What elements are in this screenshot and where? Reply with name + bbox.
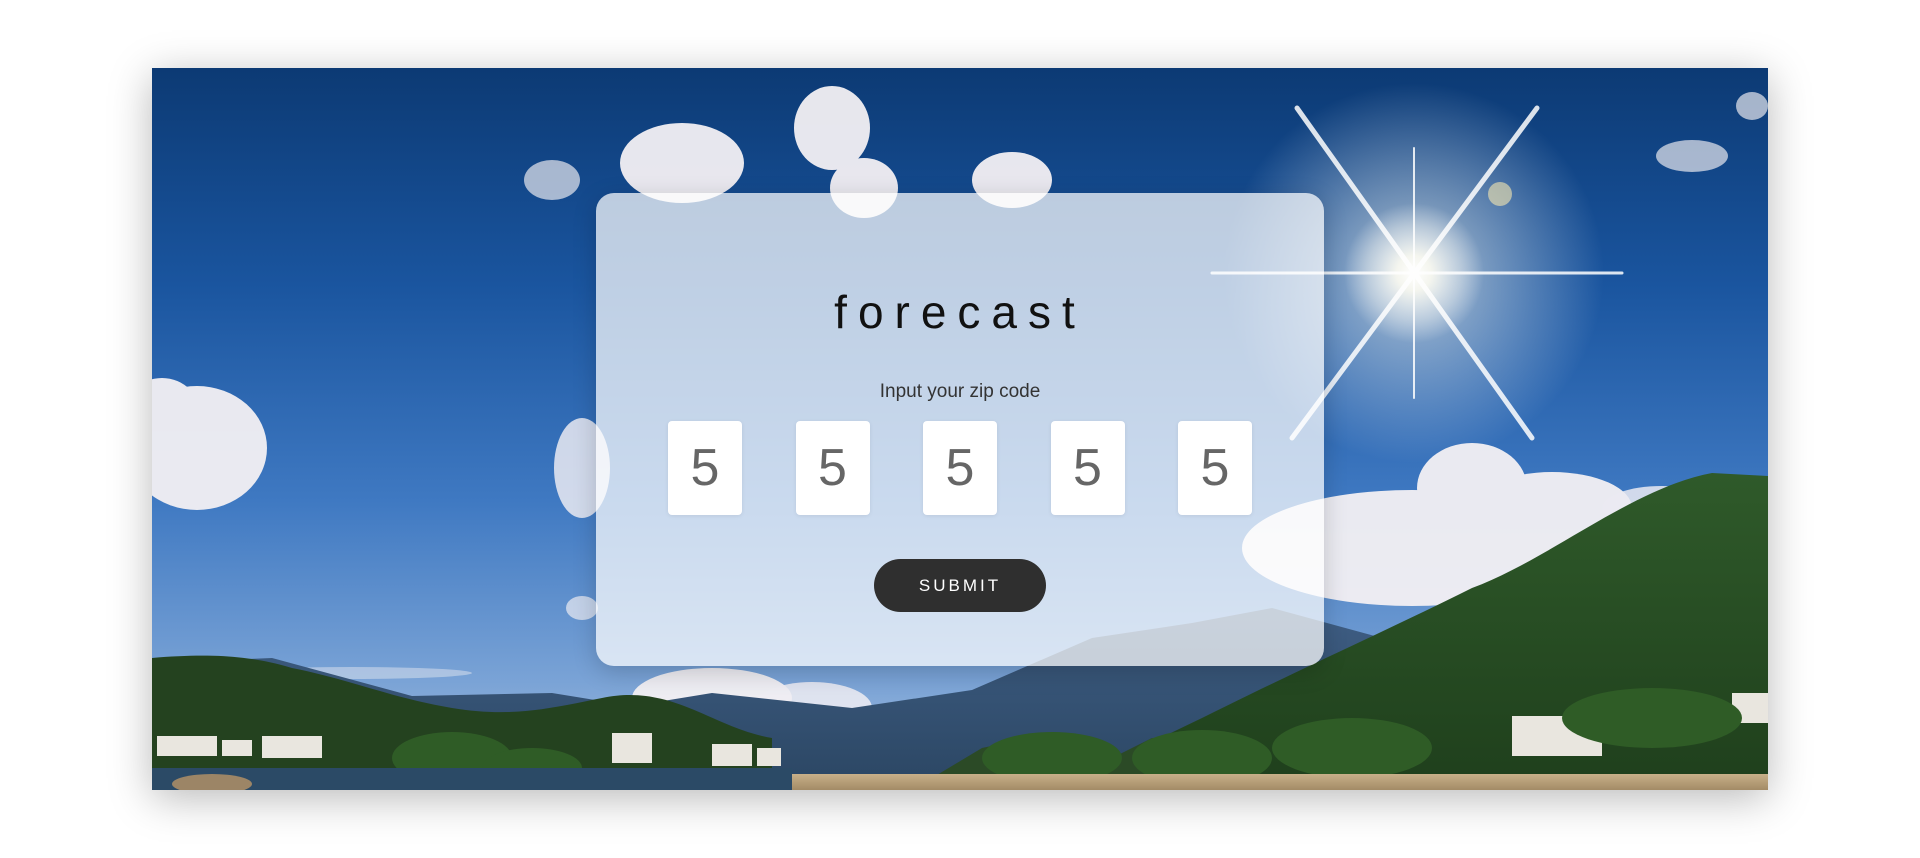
zip-prompt: Input your zip code [879, 381, 1041, 402]
zip-digit-1[interactable] [668, 421, 742, 515]
zip-digit-5[interactable] [1178, 421, 1252, 515]
zip-code-inputs [668, 421, 1252, 515]
app-frame: forecast Input your zip code SUBMIT [152, 68, 1768, 790]
zip-digit-4[interactable] [1050, 421, 1125, 515]
submit-button[interactable]: SUBMIT [874, 559, 1046, 612]
beach [792, 774, 1768, 790]
forecast-card: forecast Input your zip code SUBMIT [596, 193, 1324, 666]
app-title: forecast [834, 286, 1086, 338]
zip-digit-3[interactable] [923, 421, 997, 515]
zip-digit-2[interactable] [795, 421, 870, 515]
